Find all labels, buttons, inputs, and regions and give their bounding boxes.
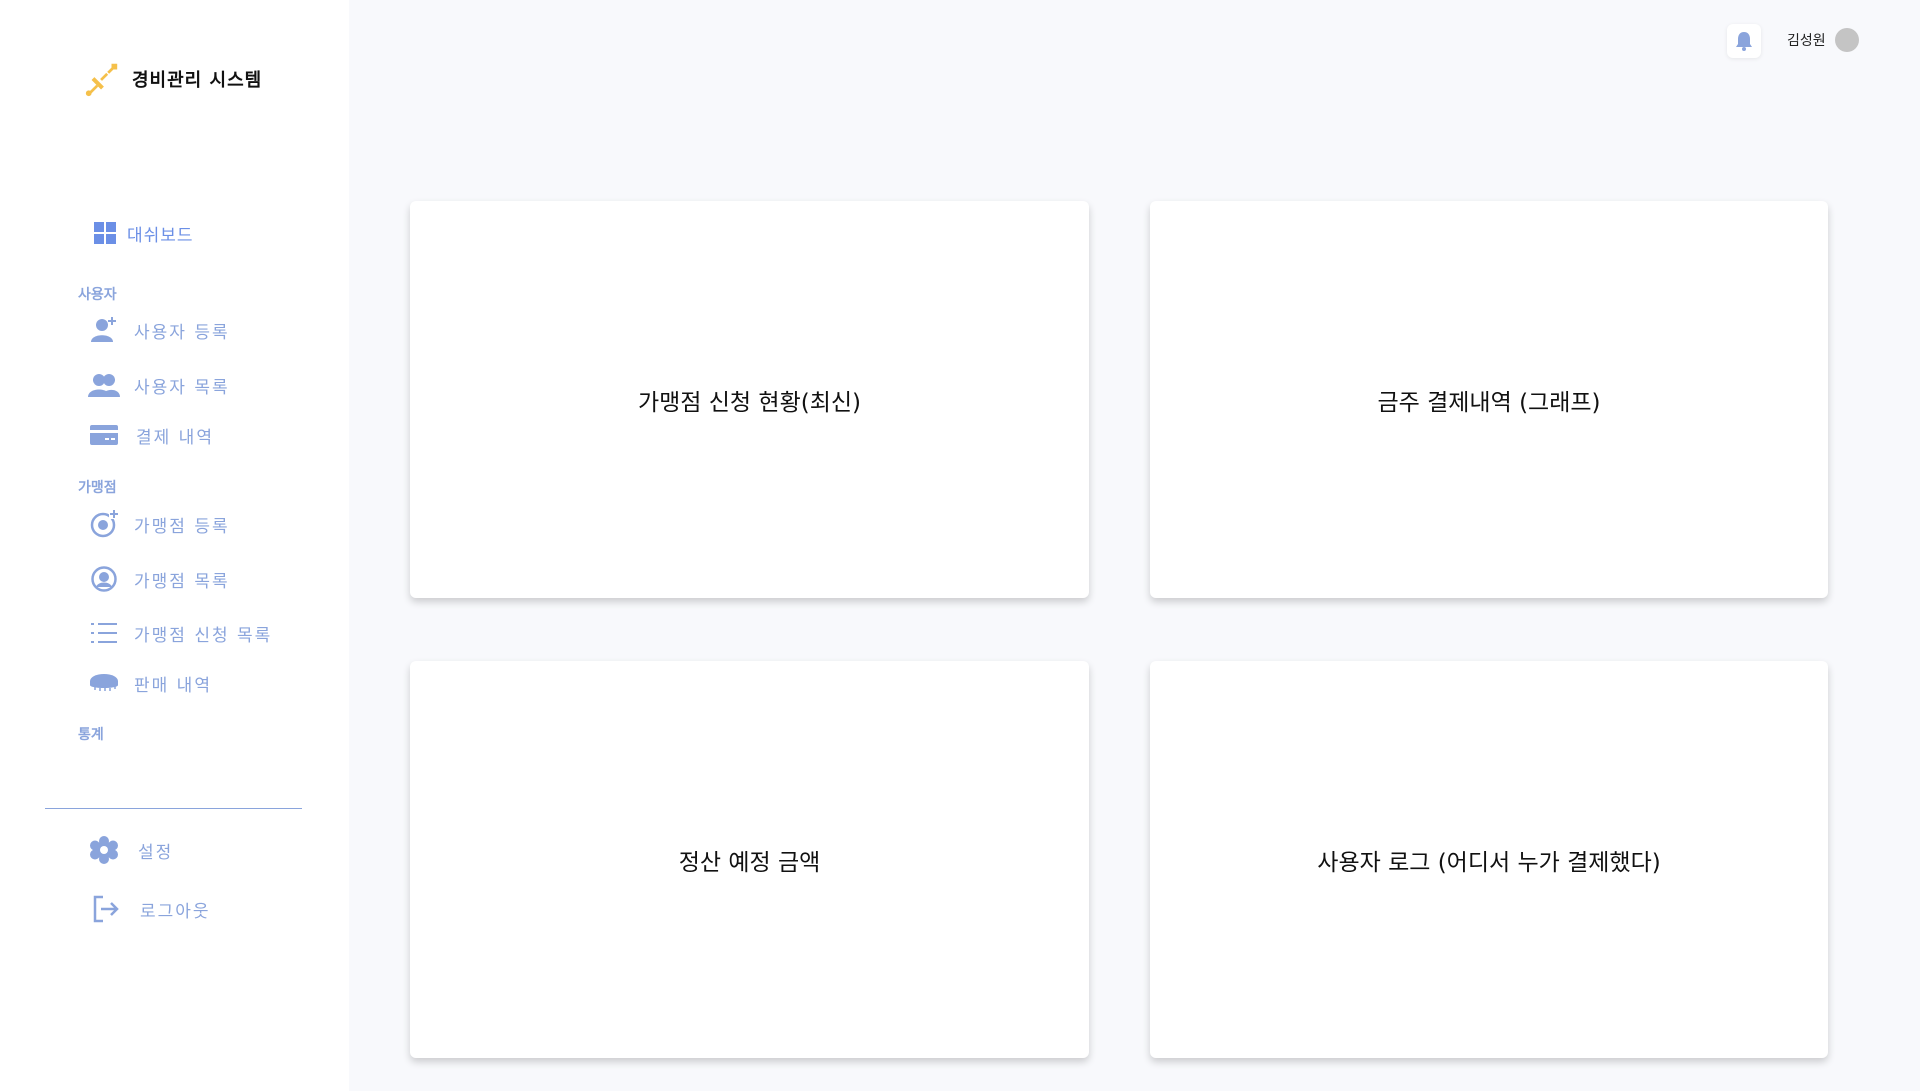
nav-franchise-application-list[interactable]: 가맹점 신청 목록 xyxy=(88,617,272,649)
app-title: 경비관리 시스템 xyxy=(132,70,263,91)
nav-user-register-label: 사용자 등록 xyxy=(134,322,230,343)
section-label-user: 사용자 xyxy=(78,287,117,303)
bell-icon xyxy=(1736,32,1752,51)
card-user-log: 사용자 로그 (어디서 누가 결제했다) xyxy=(1150,661,1828,1058)
nav-user-list[interactable]: 사용자 목록 xyxy=(88,369,230,401)
card-franchise-application-status: 가맹점 신청 현황(최신) xyxy=(410,201,1089,598)
gear-icon xyxy=(88,834,120,866)
nav-franchise-register[interactable]: 가맹점 등록 xyxy=(88,508,230,540)
card-title: 가맹점 신청 현황(최신) xyxy=(637,389,861,416)
sidebar: 경비관리 시스템 대쉬보드 사용자 사용자 등록 사용자 목록 결제 내역 가맹… xyxy=(0,0,349,1091)
logout-icon xyxy=(90,893,122,925)
list-icon xyxy=(88,617,120,649)
card-title: 정산 예정 금액 xyxy=(678,849,821,876)
nav-settings-label: 설정 xyxy=(138,842,174,863)
section-label-franchise: 가맹점 xyxy=(78,480,117,496)
nav-logout[interactable]: 로그아웃 xyxy=(90,893,211,925)
coin-icon xyxy=(88,667,120,699)
card-weekly-payments: 금주 결제내역 (그래프) xyxy=(1150,201,1828,598)
sidebar-divider xyxy=(45,808,302,809)
nav-franchise-application-list-label: 가맹점 신청 목록 xyxy=(134,625,273,646)
store-circle-icon xyxy=(88,563,120,595)
nav-sales-history-label: 판매 내역 xyxy=(134,675,212,696)
nav-dashboard-label: 대쉬보드 xyxy=(127,225,194,246)
nav-payment-history-label: 결제 내역 xyxy=(136,427,214,448)
nav-logout-label: 로그아웃 xyxy=(140,901,211,922)
nav-settings[interactable]: 설정 xyxy=(88,834,173,866)
nav-franchise-list-label: 가맹점 목록 xyxy=(134,571,230,592)
nav-user-register[interactable]: 사용자 등록 xyxy=(88,314,230,346)
sword-icon xyxy=(85,63,118,97)
nav-user-list-label: 사용자 목록 xyxy=(134,377,230,398)
credit-card-icon xyxy=(88,419,120,451)
nav-dashboard[interactable]: 대쉬보드 xyxy=(89,217,194,249)
card-settlement-amount: 정산 예정 금액 xyxy=(410,661,1089,1058)
add-user-icon xyxy=(88,314,120,346)
section-label-stats: 통계 xyxy=(78,727,104,743)
app-logo[interactable]: 경비관리 시스템 xyxy=(83,60,262,98)
dashboard-icon xyxy=(89,217,121,249)
card-title: 금주 결제내역 (그래프) xyxy=(1377,389,1601,416)
nav-payment-history[interactable]: 결제 내역 xyxy=(88,419,214,451)
avatar[interactable] xyxy=(1835,28,1859,52)
nav-franchise-list[interactable]: 가맹점 목록 xyxy=(88,563,230,595)
notification-button[interactable] xyxy=(1727,24,1761,58)
nav-franchise-register-label: 가맹점 등록 xyxy=(134,516,230,537)
add-store-icon xyxy=(88,508,120,540)
users-icon xyxy=(88,369,120,401)
card-title: 사용자 로그 (어디서 누가 결제했다) xyxy=(1317,849,1661,876)
nav-sales-history[interactable]: 판매 내역 xyxy=(88,667,212,699)
user-name[interactable]: 김성원 xyxy=(1787,30,1826,50)
